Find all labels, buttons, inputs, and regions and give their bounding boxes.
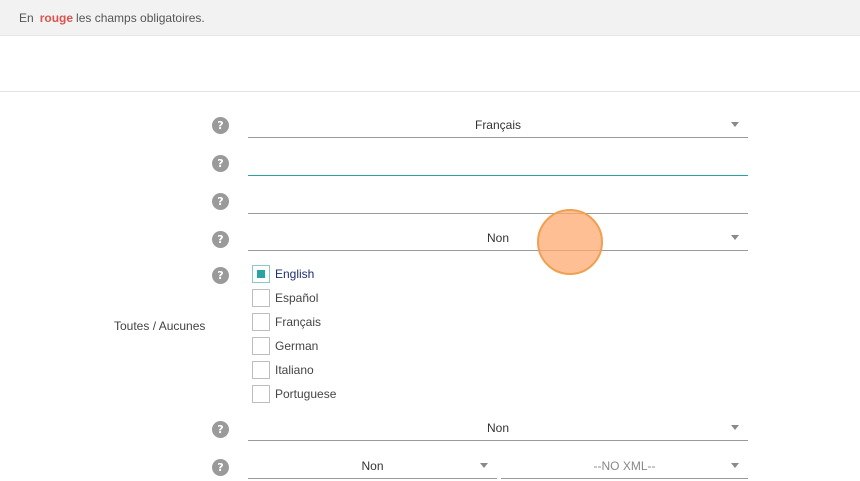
language-option-label: Español [275,291,319,305]
checkbox[interactable] [252,289,270,307]
dropdown-arrow-icon [731,463,739,468]
language-option-label: German [275,339,319,353]
language-option-label: English [275,267,315,281]
help-icon[interactable]: ? [212,193,229,210]
dropdown-arrow-icon [480,463,488,468]
select-all-none-toggle[interactable]: Toutes / Aucunes [114,319,205,333]
help-icon[interactable]: ? [212,459,229,476]
checkbox[interactable] [252,337,270,355]
notice-highlight: rouge [39,11,74,25]
help-icon[interactable]: ? [212,267,229,284]
yes-no-select-3-value: Non [361,459,384,473]
language-option-label: Portuguese [275,387,337,401]
dropdown-arrow-icon [731,235,739,240]
language-option-label: Italiano [275,363,314,377]
checkbox[interactable] [252,361,270,379]
text-input-1[interactable] [248,152,748,176]
section-divider [0,91,860,92]
dropdown-arrow-icon [731,122,739,127]
yes-no-select-3[interactable]: Non [248,455,497,479]
notice-prefix: En [19,11,34,25]
help-icon[interactable]: ? [212,155,229,172]
required-fields-notice: En rouge les champs obligatoires. [19,11,205,25]
language-option-label: Français [275,315,322,329]
yes-no-select-2-value: Non [486,421,509,435]
text-input-2[interactable] [248,190,748,214]
checkbox[interactable] [252,313,270,331]
help-icon[interactable]: ? [212,117,229,134]
required-fields-notice-bar: En rouge les champs obligatoires. [0,0,860,36]
checkbox-checked[interactable] [252,265,270,283]
yes-no-select-1-value: Non [486,231,509,245]
xml-select[interactable]: --NO XML-- [501,455,748,479]
yes-no-select-2[interactable]: Non [248,417,748,441]
language-select[interactable]: Français [248,114,748,138]
help-icon[interactable]: ? [212,231,229,248]
language-select-value: Français [474,118,521,132]
help-icon[interactable]: ? [212,421,229,438]
cursor-indicator [537,209,603,275]
yes-no-select-1[interactable]: Non [248,227,748,251]
notice-suffix: les champs obligatoires. [76,11,205,25]
xml-select-value: --NO XML-- [593,459,656,473]
dropdown-arrow-icon [731,425,739,430]
checkbox[interactable] [252,385,270,403]
